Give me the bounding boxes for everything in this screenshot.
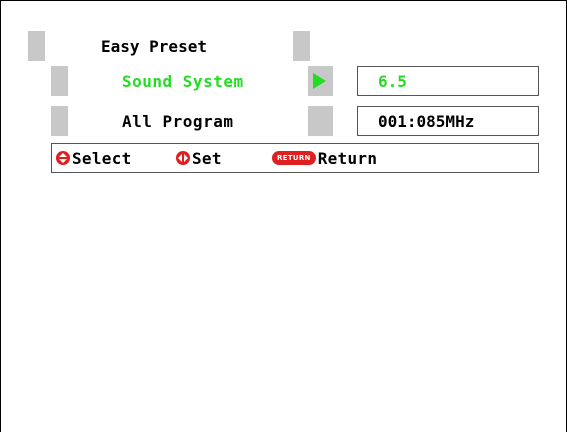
all-program-value[interactable]: 001:085MHz xyxy=(357,106,539,136)
sound-system-value-text: 6.5 xyxy=(378,72,407,91)
screen-frame: Easy Preset Sound System 6.5 All Program… xyxy=(0,0,567,432)
menu-item-panel: All Program xyxy=(68,106,308,136)
help-set: Set xyxy=(176,144,222,172)
left-right-icon xyxy=(176,151,190,165)
all-program-value-text: 001:085MHz xyxy=(378,112,475,131)
help-return: RETURN Return xyxy=(272,144,377,172)
menu-title-bar: Easy Preset xyxy=(28,31,310,61)
menu-item-label: All Program xyxy=(122,112,234,131)
help-return-label: Return xyxy=(317,148,378,168)
help-bar: Select Set RETURN Return xyxy=(51,143,539,173)
menu-item-all-program[interactable]: All Program xyxy=(51,106,333,136)
return-button-badge: RETURN xyxy=(272,151,316,165)
up-down-icon xyxy=(56,151,70,165)
play-arrow-icon xyxy=(313,73,326,89)
menu-item-label: Sound System xyxy=(122,72,244,91)
menu-item-sound-system[interactable]: Sound System xyxy=(51,66,333,96)
help-select: Select xyxy=(56,144,132,172)
menu-title: Easy Preset xyxy=(101,37,207,56)
sound-system-value[interactable]: 6.5 xyxy=(357,66,539,96)
menu-title-panel: Easy Preset xyxy=(45,31,293,61)
help-set-label: Set xyxy=(192,148,222,168)
menu-item-panel: Sound System xyxy=(68,66,308,96)
help-select-label: Select xyxy=(72,148,132,168)
